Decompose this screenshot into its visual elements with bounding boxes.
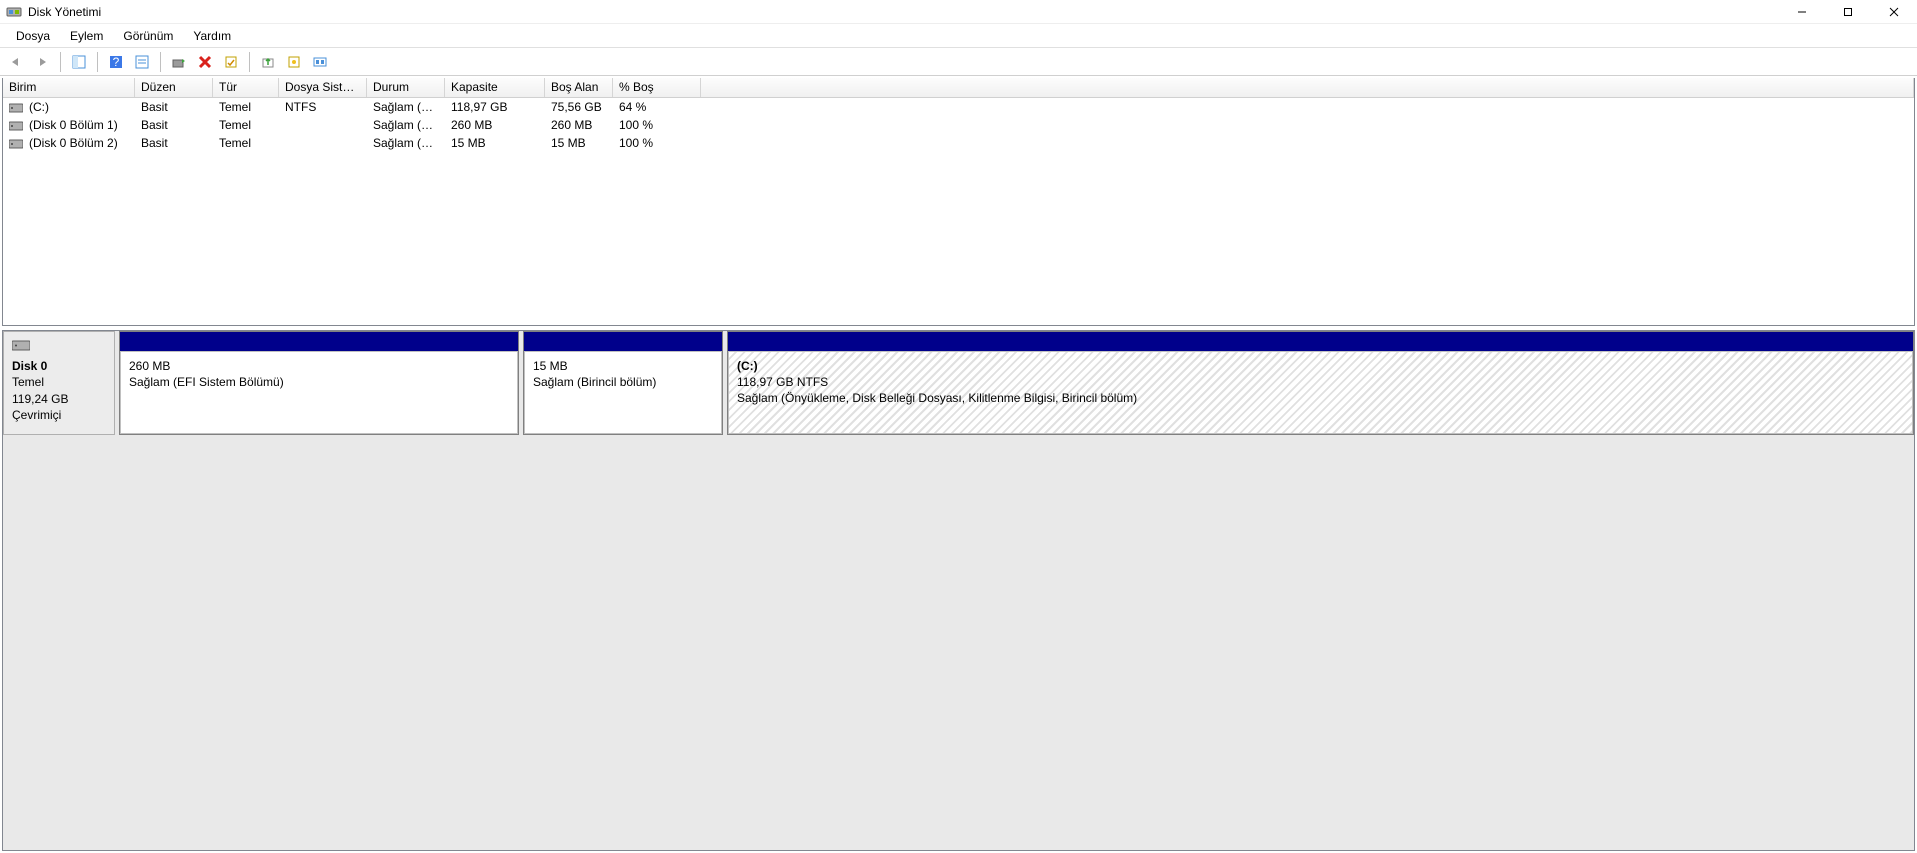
disk-title: Disk 0 <box>12 358 106 374</box>
cell-volume: (Disk 0 Bölüm 1) <box>3 118 135 132</box>
menubar: Dosya Eylem Görünüm Yardım <box>0 24 1917 48</box>
partition-header <box>120 332 518 351</box>
maximize-button[interactable] <box>1825 0 1871 24</box>
cell-free: 15 MB <box>545 136 613 150</box>
col-filler <box>701 78 1914 97</box>
titlebar: Disk Yönetimi <box>0 0 1917 24</box>
delete-button[interactable] <box>193 51 217 73</box>
cell-layout: Basit <box>135 136 213 150</box>
action-2-button[interactable] <box>282 51 306 73</box>
volume-list: Birim Düzen Tür Dosya Siste… Durum Kapas… <box>2 78 1915 326</box>
graphical-view: Disk 0 Temel 119,24 GB Çevrimiçi 260 MBS… <box>2 330 1915 851</box>
partition-size: 260 MB <box>129 358 509 374</box>
cell-type: Temel <box>213 100 279 114</box>
close-button[interactable] <box>1871 0 1917 24</box>
cell-status: Sağlam (E… <box>367 118 445 132</box>
col-pct[interactable]: % Boş <box>613 78 701 97</box>
col-free[interactable]: Boş Alan <box>545 78 613 97</box>
cell-free: 75,56 GB <box>545 100 613 114</box>
partition-size: 15 MB <box>533 358 713 374</box>
cell-type: Temel <box>213 136 279 150</box>
partition[interactable]: (C:)118,97 GB NTFSSağlam (Önyükleme, Dis… <box>727 331 1914 435</box>
app-icon <box>6 4 22 20</box>
partition-body: 260 MBSağlam (EFI Sistem Bölümü) <box>120 351 518 434</box>
forward-button[interactable] <box>30 51 54 73</box>
volume-list-body[interactable]: (C:)BasitTemelNTFSSağlam (Ö…118,97 GB75,… <box>3 98 1914 325</box>
col-status[interactable]: Durum <box>367 78 445 97</box>
disk-icon <box>12 338 106 358</box>
disk-info-panel[interactable]: Disk 0 Temel 119,24 GB Çevrimiçi <box>3 331 115 435</box>
cell-capacity: 118,97 GB <box>445 100 545 114</box>
cell-capacity: 15 MB <box>445 136 545 150</box>
volume-row[interactable]: (Disk 0 Bölüm 1)BasitTemelSağlam (E…260 … <box>3 116 1914 134</box>
volume-list-header: Birim Düzen Tür Dosya Siste… Durum Kapas… <box>3 78 1914 98</box>
col-volume[interactable]: Birim <box>3 78 135 97</box>
partition-header <box>524 332 722 351</box>
partition-body: (C:)118,97 GB NTFSSağlam (Önyükleme, Dis… <box>728 351 1913 434</box>
volume-row[interactable]: (Disk 0 Bölüm 2)BasitTemelSağlam (Bi…15 … <box>3 134 1914 152</box>
cell-layout: Basit <box>135 118 213 132</box>
col-layout[interactable]: Düzen <box>135 78 213 97</box>
action-1-button[interactable] <box>256 51 280 73</box>
volume-row[interactable]: (C:)BasitTemelNTFSSağlam (Ö…118,97 GB75,… <box>3 98 1914 116</box>
partitions: 260 MBSağlam (EFI Sistem Bölümü)15 MBSağ… <box>115 331 1914 435</box>
window-title: Disk Yönetimi <box>28 5 101 19</box>
partition[interactable]: 15 MBSağlam (Birincil bölüm) <box>523 331 723 435</box>
toolbar: ? <box>0 48 1917 76</box>
menu-help[interactable]: Yardım <box>183 26 241 46</box>
partition-header <box>728 332 1913 351</box>
cell-free: 260 MB <box>545 118 613 132</box>
col-fs[interactable]: Dosya Siste… <box>279 78 367 97</box>
settings-list-button[interactable] <box>130 51 154 73</box>
cell-layout: Basit <box>135 100 213 114</box>
properties-button[interactable] <box>219 51 243 73</box>
col-capacity[interactable]: Kapasite <box>445 78 545 97</box>
cell-fs: NTFS <box>279 100 367 114</box>
toolbar-separator <box>60 52 61 72</box>
menu-action[interactable]: Eylem <box>60 26 113 46</box>
minimize-button[interactable] <box>1779 0 1825 24</box>
disk-row: Disk 0 Temel 119,24 GB Çevrimiçi 260 MBS… <box>3 331 1914 435</box>
toolbar-separator <box>97 52 98 72</box>
cell-pct: 64 % <box>613 100 701 114</box>
menu-view[interactable]: Görünüm <box>113 26 183 46</box>
partition-status: Sağlam (EFI Sistem Bölümü) <box>129 374 509 390</box>
cell-volume: (C:) <box>3 100 135 114</box>
partition[interactable]: 260 MBSağlam (EFI Sistem Bölümü) <box>119 331 519 435</box>
toolbar-separator <box>160 52 161 72</box>
back-button[interactable] <box>4 51 28 73</box>
partition-size: 118,97 GB NTFS <box>737 374 1904 390</box>
cell-pct: 100 % <box>613 136 701 150</box>
show-hide-tree-button[interactable] <box>67 51 91 73</box>
disk-size: 119,24 GB <box>12 391 106 407</box>
cell-capacity: 260 MB <box>445 118 545 132</box>
toolbar-separator <box>249 52 250 72</box>
partition-status: Sağlam (Önyükleme, Disk Belleği Dosyası,… <box>737 390 1904 406</box>
partition-body: 15 MBSağlam (Birincil bölüm) <box>524 351 722 434</box>
help-button[interactable]: ? <box>104 51 128 73</box>
disk-status: Çevrimiçi <box>12 407 106 423</box>
cell-volume: (Disk 0 Bölüm 2) <box>3 136 135 150</box>
cell-status: Sağlam (Ö… <box>367 100 445 114</box>
partition-name: (C:) <box>737 358 1904 374</box>
cell-status: Sağlam (Bi… <box>367 136 445 150</box>
svg-text:?: ? <box>113 55 120 69</box>
col-type[interactable]: Tür <box>213 78 279 97</box>
cell-pct: 100 % <box>613 118 701 132</box>
disk-type: Temel <box>12 374 106 390</box>
menu-file[interactable]: Dosya <box>6 26 60 46</box>
action-3-button[interactable] <box>308 51 332 73</box>
partition-status: Sağlam (Birincil bölüm) <box>533 374 713 390</box>
cell-type: Temel <box>213 118 279 132</box>
refresh-button[interactable] <box>167 51 191 73</box>
